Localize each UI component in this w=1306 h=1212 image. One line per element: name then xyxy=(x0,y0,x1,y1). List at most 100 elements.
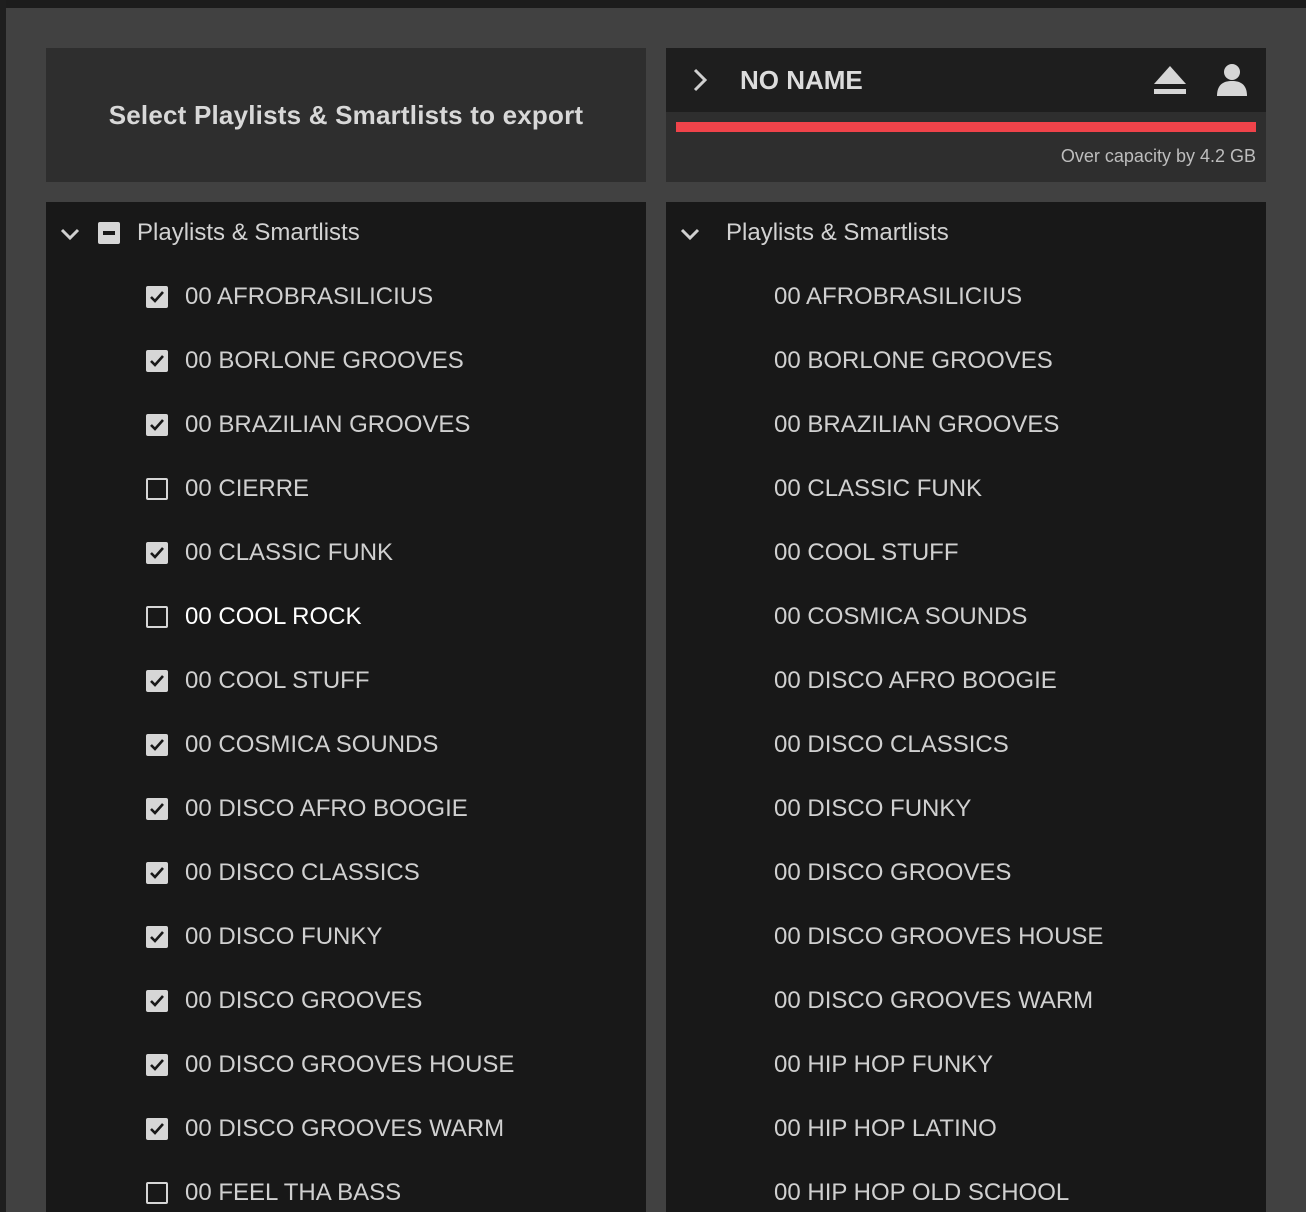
playlist-label: 00 AFROBRASILICIUS xyxy=(774,283,1023,310)
device-playlist-item[interactable]: 00 AFROBRASILICIUS xyxy=(666,264,1266,328)
playlist-label: 00 FEEL THA BASS xyxy=(185,1179,402,1206)
playlist-checkbox[interactable] xyxy=(146,798,168,820)
device-playlist-item[interactable]: 00 DISCO FUNKY xyxy=(666,776,1266,840)
device-playlist-item[interactable]: 00 COOL STUFF xyxy=(666,520,1266,584)
source-playlist-item[interactable]: 00 DISCO GROOVES xyxy=(46,968,646,1032)
playlist-checkbox[interactable] xyxy=(146,1054,168,1076)
playlist-label: 00 HIP HOP OLD SCHOOL xyxy=(774,1179,1070,1206)
playlist-label: 00 HIP HOP FUNKY xyxy=(774,1051,994,1078)
playlist-label: 00 COOL STUFF xyxy=(185,667,370,694)
source-playlist-item[interactable]: 00 DISCO GROOVES WARM xyxy=(46,1096,646,1160)
checkmark-icon xyxy=(150,419,164,431)
background-top-strip xyxy=(0,0,1306,8)
playlist-label: 00 CLASSIC FUNK xyxy=(774,475,983,502)
source-playlist-item[interactable]: 00 COSMICA SOUNDS xyxy=(46,712,646,776)
source-playlist-item[interactable]: 00 CLASSIC FUNK xyxy=(46,520,646,584)
source-playlist-item[interactable]: 00 COOL STUFF xyxy=(46,648,646,712)
source-tree-root[interactable]: Playlists & Smartlists xyxy=(46,202,646,266)
device-playlist-tree: Playlists & Smartlists 00 AFROBRASILICIU… xyxy=(666,202,1266,1212)
playlist-label: 00 BORLONE GROOVES xyxy=(774,347,1053,374)
checkmark-icon xyxy=(150,803,164,815)
select-all-checkbox[interactable] xyxy=(98,222,120,244)
device-playlist-item[interactable]: 00 DISCO GROOVES HOUSE xyxy=(666,904,1266,968)
playlist-label: 00 COOL ROCK xyxy=(185,603,362,630)
playlist-label: 00 BRAZILIAN GROOVES xyxy=(185,411,471,438)
playlist-label: 00 COOL STUFF xyxy=(774,539,959,566)
playlist-checkbox[interactable] xyxy=(146,862,168,884)
device-playlist-item[interactable]: 00 BRAZILIAN GROOVES xyxy=(666,392,1266,456)
playlist-label: 00 DISCO GROOVES xyxy=(185,987,423,1014)
playlist-label: 00 AFROBRASILICIUS xyxy=(185,283,434,310)
device-tree-root[interactable]: Playlists & Smartlists xyxy=(666,202,1266,266)
playlist-checkbox[interactable] xyxy=(146,606,168,628)
source-playlist-item[interactable]: 00 DISCO FUNKY xyxy=(46,904,646,968)
title-panel: Select Playlists & Smartlists to export xyxy=(46,48,646,182)
capacity-bar-fill xyxy=(676,122,1256,132)
source-playlist-item[interactable]: 00 DISCO GROOVES HOUSE xyxy=(46,1032,646,1096)
playlist-label: 00 CIERRE xyxy=(185,475,310,502)
playlist-label: 00 COSMICA SOUNDS xyxy=(185,731,439,758)
playlist-checkbox[interactable] xyxy=(146,734,168,756)
device-playlist-item[interactable]: 00 BORLONE GROOVES xyxy=(666,328,1266,392)
playlist-label: 00 DISCO GROOVES WARM xyxy=(185,1115,505,1142)
playlist-label: 00 COSMICA SOUNDS xyxy=(774,603,1028,630)
device-playlist-item[interactable]: 00 HIP HOP OLD SCHOOL xyxy=(666,1160,1266,1212)
device-playlist-list: 00 AFROBRASILICIUS 00 BORLONE GROOVES 00 B… xyxy=(666,264,1266,1212)
user-icon[interactable] xyxy=(1214,62,1250,98)
device-playlist-item[interactable]: 00 DISCO GROOVES xyxy=(666,840,1266,904)
playlist-label: 00 BORLONE GROOVES xyxy=(185,347,464,374)
playlist-label: 00 DISCO AFRO BOOGIE xyxy=(185,795,468,822)
eject-icon[interactable] xyxy=(1150,64,1190,98)
checkmark-icon xyxy=(150,739,164,751)
playlist-checkbox[interactable] xyxy=(146,286,168,308)
playlist-checkbox[interactable] xyxy=(146,478,168,500)
source-playlist-item[interactable]: 00 DISCO CLASSICS xyxy=(46,840,646,904)
playlist-label: 00 DISCO FUNKY xyxy=(185,923,383,950)
checkmark-icon xyxy=(150,1059,164,1071)
checkmark-icon xyxy=(150,547,164,559)
device-tree-root-label: Playlists & Smartlists xyxy=(726,219,949,246)
device-playlist-item[interactable]: 00 HIP HOP FUNKY xyxy=(666,1032,1266,1096)
playlist-label: 00 HIP HOP LATINO xyxy=(774,1115,997,1142)
checkmark-icon xyxy=(150,355,164,367)
device-playlist-item[interactable]: 00 COSMICA SOUNDS xyxy=(666,584,1266,648)
playlist-checkbox[interactable] xyxy=(146,1118,168,1140)
playlist-label: 00 DISCO GROOVES xyxy=(774,859,1012,886)
source-playlist-item[interactable]: 00 BRAZILIAN GROOVES xyxy=(46,392,646,456)
playlist-label: 00 DISCO GROOVES HOUSE xyxy=(185,1051,515,1078)
source-playlist-item[interactable]: 00 DISCO AFRO BOOGIE xyxy=(46,776,646,840)
device-playlist-item[interactable]: 00 DISCO GROOVES WARM xyxy=(666,968,1266,1032)
source-playlist-item[interactable]: 00 BORLONE GROOVES xyxy=(46,328,646,392)
device-header[interactable]: NO NAME xyxy=(666,48,1266,112)
playlist-checkbox[interactable] xyxy=(146,542,168,564)
source-playlist-item[interactable]: 00 AFROBRASILICIUS xyxy=(46,264,646,328)
playlist-label: 00 CLASSIC FUNK xyxy=(185,539,394,566)
capacity-status: Over capacity by 4.2 GB xyxy=(1060,146,1256,166)
source-playlist-item[interactable]: 00 CIERRE xyxy=(46,456,646,520)
source-playlist-item[interactable]: 00 COOL ROCK xyxy=(46,584,646,648)
source-playlist-tree: Playlists & Smartlists 00 AFROBRASILICIU… xyxy=(46,202,646,1212)
device-playlist-item[interactable]: 00 DISCO CLASSICS xyxy=(666,712,1266,776)
playlist-checkbox[interactable] xyxy=(146,1182,168,1204)
dialog-title: Select Playlists & Smartlists to export xyxy=(108,99,584,130)
playlist-checkbox[interactable] xyxy=(146,990,168,1012)
playlist-label: 00 DISCO GROOVES WARM xyxy=(774,987,1094,1014)
device-playlist-item[interactable]: 00 HIP HOP LATINO xyxy=(666,1096,1266,1160)
playlist-label: 00 DISCO FUNKY xyxy=(774,795,972,822)
source-playlist-item[interactable]: 00 FEEL THA BASS xyxy=(46,1160,646,1212)
playlist-checkbox[interactable] xyxy=(146,414,168,436)
playlist-checkbox[interactable] xyxy=(146,350,168,372)
device-name: NO NAME xyxy=(740,65,863,95)
checkmark-icon xyxy=(150,867,164,879)
chevron-down-icon[interactable] xyxy=(680,224,700,244)
chevron-down-icon[interactable] xyxy=(60,224,80,244)
checkmark-icon xyxy=(150,931,164,943)
playlist-checkbox[interactable] xyxy=(146,670,168,692)
playlist-checkbox[interactable] xyxy=(146,926,168,948)
source-tree-root-label: Playlists & Smartlists xyxy=(137,219,360,246)
chevron-right-icon[interactable] xyxy=(686,66,714,94)
checkmark-icon xyxy=(150,675,164,687)
capacity-bar xyxy=(676,122,1256,132)
device-playlist-item[interactable]: 00 DISCO AFRO BOOGIE xyxy=(666,648,1266,712)
device-playlist-item[interactable]: 00 CLASSIC FUNK xyxy=(666,456,1266,520)
